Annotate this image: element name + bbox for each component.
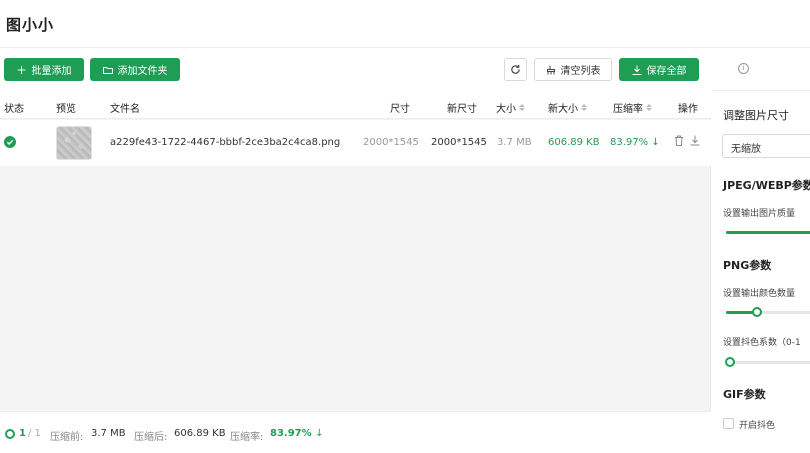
dither-slider[interactable] xyxy=(725,357,810,367)
table-header: 状态 预览 文件名 尺寸 新尺寸 大小 新大小 压缩率 操作 xyxy=(0,91,711,119)
ratio-label: 压缩率: xyxy=(230,432,264,443)
info-icon[interactable]: i xyxy=(738,63,749,74)
refresh-icon xyxy=(511,64,520,74)
broom-icon xyxy=(546,65,555,74)
col-filesize-label: 大小 xyxy=(496,104,516,115)
check-circle-icon xyxy=(4,136,16,148)
quality-slider[interactable] xyxy=(726,231,810,234)
total-count: / 1 xyxy=(28,428,41,439)
download-icon xyxy=(690,135,700,146)
quality-slider-fill xyxy=(726,231,810,234)
row-filename: a229fe43-1722-4467-bbbf-2ce3ba2c4ca8.png xyxy=(110,137,341,148)
col-filename: 文件名 xyxy=(110,104,140,115)
gif-heading: GIF参数 xyxy=(723,388,766,401)
main-panel: + 批量添加 添加文件夹 清空列表 保存全部 状态 预览 文件名 尺寸 新尺寸 … xyxy=(0,48,711,453)
refresh-button[interactable] xyxy=(504,58,527,81)
resize-select[interactable]: 无缩放 xyxy=(722,134,810,158)
trash-icon xyxy=(675,135,683,146)
before-label: 压缩前: xyxy=(50,432,84,443)
png-heading: PNG参数 xyxy=(723,259,772,272)
ratio-value-text: 83.97% xyxy=(270,428,312,439)
quality-label: 设置输出图片质量 xyxy=(723,209,796,219)
save-all-label: 保存全部 xyxy=(646,66,687,77)
jpeg-heading: JPEG/WEBP参数 xyxy=(723,179,810,192)
row-size: 2000*1545 xyxy=(363,137,419,148)
title-bar: 图小小 xyxy=(0,0,810,48)
arrow-down-icon: ↓ xyxy=(315,428,324,439)
sort-icon xyxy=(581,104,587,111)
plus-icon: + xyxy=(16,62,27,77)
processed-count: 1 xyxy=(19,428,26,439)
before-value: 3.7 MB xyxy=(91,428,126,439)
gif-dither-label: 开启抖色 xyxy=(739,421,776,431)
col-size: 尺寸 xyxy=(390,104,410,115)
clear-list-button[interactable]: 清空列表 xyxy=(534,58,612,81)
folder-icon xyxy=(102,66,113,74)
after-label: 压缩后: xyxy=(134,432,168,443)
table-row: a229fe43-1722-4467-bbbf-2ce3ba2c4ca8.png… xyxy=(0,120,711,166)
after-value: 606.89 KB xyxy=(174,428,226,439)
sort-icon xyxy=(519,104,525,111)
toolbar: + 批量添加 添加文件夹 清空列表 保存全部 xyxy=(0,48,711,91)
status-footer: 1 / 1 压缩前: 3.7 MB 压缩后: 606.89 KB 压缩率: 83… xyxy=(0,411,711,453)
clear-list-label: 清空列表 xyxy=(560,66,601,77)
save-all-button[interactable]: 保存全部 xyxy=(619,58,699,81)
add-folder-label: 添加文件夹 xyxy=(117,66,168,77)
app-title: 图小小 xyxy=(6,16,55,34)
batch-add-label: 批量添加 xyxy=(31,66,72,77)
ratio-value: 83.97% ↓ xyxy=(270,428,324,439)
progress-ring-icon xyxy=(5,429,15,439)
col-new-size: 新尺寸 xyxy=(447,104,477,115)
gif-dither-checkbox[interactable] xyxy=(723,418,734,429)
resize-label: 调整图片尺寸 xyxy=(723,109,789,122)
batch-add-button[interactable]: + 批量添加 xyxy=(4,58,84,81)
row-new-size: 2000*1545 xyxy=(431,137,487,148)
settings-sidebar: i 调整图片尺寸 无缩放 JPEG/WEBP参数 设置输出图片质量 PNG参数 … xyxy=(712,48,810,453)
row-ratio-value: 83.97% xyxy=(610,137,649,148)
col-ratio[interactable]: 压缩率 xyxy=(613,100,652,115)
add-folder-button[interactable]: 添加文件夹 xyxy=(90,58,180,81)
col-status: 状态 xyxy=(4,104,24,115)
row-ratio: 83.97% ↓ xyxy=(610,137,660,148)
col-preview: 预览 xyxy=(56,104,76,115)
download-button[interactable] xyxy=(690,135,700,149)
dither-label: 设置抖色系数（0-1 xyxy=(723,338,801,348)
arrow-down-icon: ↓ xyxy=(651,137,660,148)
image-thumbnail[interactable] xyxy=(56,126,92,160)
colors-slider[interactable] xyxy=(726,307,810,317)
col-filesize[interactable]: 大小 xyxy=(496,100,525,115)
row-new-filesize: 606.89 KB xyxy=(548,137,600,148)
col-ratio-label: 压缩率 xyxy=(613,104,643,115)
col-actions: 操作 xyxy=(678,104,698,115)
row-filesize: 3.7 MB xyxy=(497,137,532,148)
delete-button[interactable] xyxy=(674,135,684,149)
sidebar-header: i xyxy=(712,48,810,91)
colors-label: 设置输出颜色数量 xyxy=(723,289,796,299)
dither-slider-thumb[interactable] xyxy=(725,357,735,367)
sort-icon xyxy=(646,104,652,111)
colors-slider-thumb[interactable] xyxy=(751,307,762,317)
download-icon xyxy=(632,65,641,75)
col-new-filesize[interactable]: 新大小 xyxy=(548,100,587,115)
col-new-filesize-label: 新大小 xyxy=(548,104,578,115)
